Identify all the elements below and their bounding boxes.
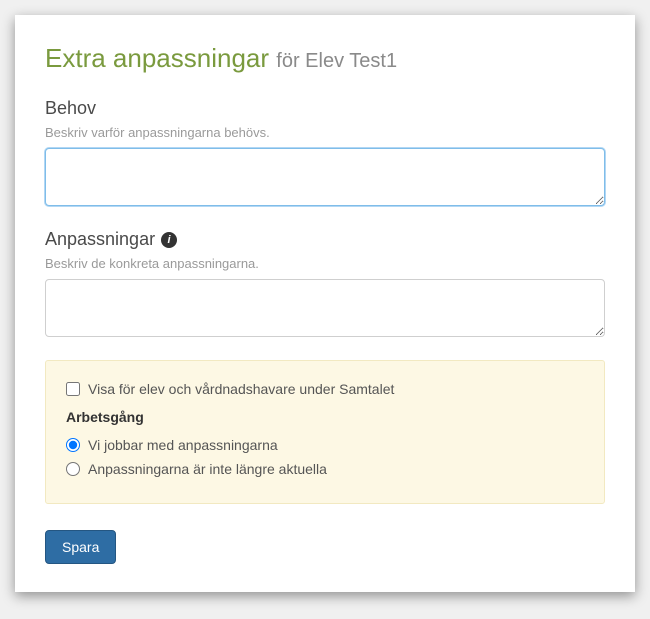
anpassningar-field: Anpassningar i Beskriv de konkreta anpas…	[45, 229, 605, 342]
visibility-label: Visa för elev och vårdnadshavare under S…	[88, 381, 394, 397]
save-button[interactable]: Spara	[45, 530, 116, 564]
behov-label: Behov	[45, 98, 605, 119]
form-window: Extra anpassningar för Elev Test1 Behov …	[15, 15, 635, 592]
anpassningar-textarea[interactable]	[45, 279, 605, 337]
title-main: Extra anpassningar	[45, 43, 269, 73]
behov-hint: Beskriv varför anpassningarna behövs.	[45, 125, 605, 140]
workflow-heading: Arbetsgång	[66, 409, 584, 425]
radio-row-notcurrent[interactable]: Anpassningarna är inte längre aktuella	[66, 461, 584, 477]
anpassningar-label-text: Anpassningar	[45, 229, 155, 250]
radio-working-label: Vi jobbar med anpassningarna	[88, 437, 278, 453]
radio-notcurrent[interactable]	[66, 462, 80, 476]
visibility-checkbox[interactable]	[66, 382, 80, 396]
info-icon[interactable]: i	[161, 232, 177, 248]
radio-working[interactable]	[66, 438, 80, 452]
behov-textarea[interactable]	[45, 148, 605, 206]
anpassningar-hint: Beskriv de konkreta anpassningarna.	[45, 256, 605, 271]
anpassningar-label: Anpassningar i	[45, 229, 605, 250]
radio-row-working[interactable]: Vi jobbar med anpassningarna	[66, 437, 584, 453]
title-sub: för Elev Test1	[276, 50, 397, 72]
visibility-checkbox-row[interactable]: Visa för elev och vårdnadshavare under S…	[66, 381, 584, 397]
radio-notcurrent-label: Anpassningarna är inte längre aktuella	[88, 461, 327, 477]
behov-field: Behov Beskriv varför anpassningarna behö…	[45, 98, 605, 211]
page-title: Extra anpassningar för Elev Test1	[45, 43, 605, 74]
options-panel: Visa för elev och vårdnadshavare under S…	[45, 360, 605, 504]
